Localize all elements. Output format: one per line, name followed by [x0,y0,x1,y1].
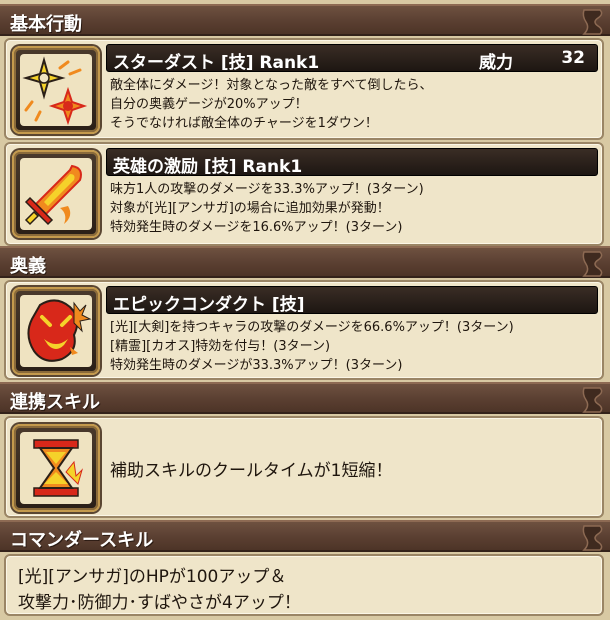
section-title-renkei: 連携スキル [10,392,100,413]
description-line: 自分の奥義ゲージが20%アップ！ [110,97,308,112]
skill-description: 敵全体にダメージ！対象となった敵をすべて倒したら、 自分の奥義ゲージが20%アッ… [110,76,598,133]
ribbon-curl-icon [582,251,603,277]
skill-name: エピックコンダクト [技] [113,295,305,315]
demon-burst-icon [27,299,92,362]
description-line: 特効発生時のダメージを16.6%アップ！(3ターン) [110,220,403,235]
ribbon-curl-icon [582,9,603,35]
skill-description: [光][大剣]を持つキャラの攻撃のダメージを66.6%アップ！(3ターン) [精… [110,318,598,375]
skill-name-bar: スターダスト [技] Rank1 威力 32 [106,44,598,73]
ribbon-curl-icon [582,387,603,413]
stardust-shuriken-icon [22,56,88,126]
skill-icon-frame [12,287,100,375]
description-line: そうでなければ敵全体のチャージを1ダウン！ [110,116,378,131]
ribbon-curl-icon [582,525,603,551]
section-header-ougi: 奥義 [0,246,610,278]
skill-icon-frame [12,150,100,238]
skill-card-renkei[interactable]: 補助スキルのクールタイムが1短縮！ [4,416,604,518]
commander-skill-card: [光][アンサガ]のHPが100アップ＆ 攻撃力･防御力･すばやさが4アップ！ [4,554,604,616]
description-line: 敵全体にダメージ！対象となった敵をすべて倒したら、 [110,78,433,93]
description-line: 特効発生時のダメージが33.3%アップ！(3ターン) [110,358,403,373]
skill-icon-frame [12,46,100,134]
skill-name-bar: 英雄の激励 [技] Rank1 [106,148,598,177]
skill-icon-frame [12,424,100,512]
section-header-basic: 基本行動 [0,4,610,36]
description-line: [光][大剣]を持つキャラの攻撃のダメージを66.6%アップ！(3ターン) [110,320,514,335]
commander-line: [光][アンサガ]のHPが100アップ＆ [18,567,287,587]
section-title-ougi: 奥義 [10,256,46,277]
commander-line: 攻撃力･防御力･すばやさが4アップ！ [18,593,301,613]
hourglass-icon [33,439,84,497]
description-line: [精霊][カオス]特効を付与！(3ターン) [110,339,331,354]
section-header-renkei: 連携スキル [0,382,610,414]
power-label: 威力 [479,53,513,73]
description-line: 味方1人の攻撃のダメージを33.3%アップ！(3ターン) [110,182,424,197]
description-line: 対象が[光][アンサガ]の場合に追加効果が発動！ [110,201,390,216]
skill-name-bar: エピックコンダクト [技] [106,286,598,315]
section-title-basic: 基本行動 [10,14,82,35]
section-header-commander: コマンダースキル [0,520,610,552]
skill-card-ougi[interactable]: エピックコンダクト [技] [光][大剣]を持つキャラの攻撃のダメージを66.6… [4,280,604,380]
skill-card-stardust[interactable]: スターダスト [技] Rank1 威力 32 敵全体にダメージ！対象となった敵を… [4,38,604,140]
flaming-sword-icon [24,164,82,226]
skill-card-hero-cheer[interactable]: 英雄の激励 [技] Rank1 味方1人の攻撃のダメージを33.3%アップ！(3… [4,142,604,246]
skill-name: スターダスト [技] Rank1 [113,53,320,73]
skill-detail-panel: 基本行動 スターダスト [技] Rank1 威力 32 敵全体にダメージ！対象と… [0,0,610,620]
skill-description: 味方1人の攻撃のダメージを33.3%アップ！(3ターン) 対象が[光][アンサガ… [110,180,598,237]
skill-name: 英雄の激励 [技] Rank1 [113,157,303,177]
power-value: 32 [561,48,585,68]
renkei-effect-text: 補助スキルのクールタイムが1短縮！ [110,461,393,481]
section-title-commander: コマンダースキル [10,530,154,551]
